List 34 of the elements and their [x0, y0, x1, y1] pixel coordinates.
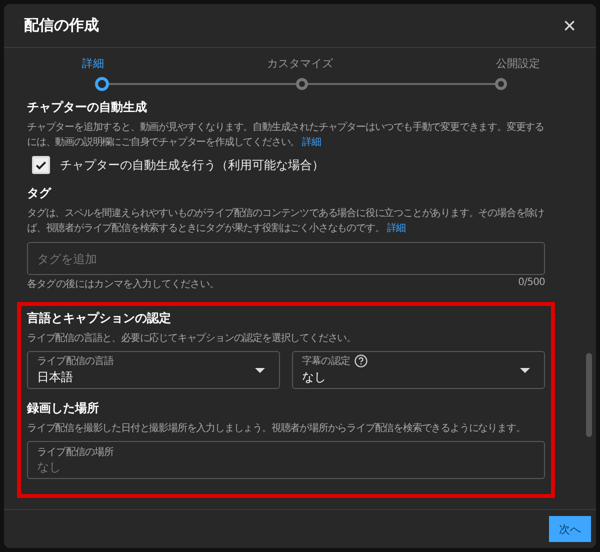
section-description: チャプターを追加すると、動画が見やすくなります。自動生成されたチャプターはいつでも手動で変更できます。変更するには、動画の説明欄にご自身でチャプターを作成してください。 詳細 — [27, 120, 545, 150]
help-icon[interactable] — [354, 354, 368, 368]
details-link[interactable]: 詳細 — [302, 137, 322, 148]
section-description: タグは、スペルを間違えられやすいものがライブ配信のコンテンツである場合に役に立つことがあります。その場合を除けば、視聴者がライブ配信を検索するときにタグが果たす役割はごく小さなものです。 詳細 — [27, 206, 545, 236]
dropdown-value: なし — [302, 369, 327, 386]
caret-icon — [520, 368, 530, 372]
caret-icon — [255, 368, 265, 372]
dropdown-label: ライブ配信の言語 — [37, 354, 114, 368]
step-tab[interactable]: 公開設定 — [496, 56, 540, 71]
section-title: 言語とキャプションの認定 — [27, 310, 172, 327]
scrollbar-thumb[interactable] — [586, 353, 592, 437]
location-field[interactable]: ライブ配信の場所 なし — [27, 441, 545, 479]
section-title: 録画した場所 — [27, 400, 100, 417]
close-button[interactable]: × — [559, 14, 580, 36]
dropdown-value: 日本語 — [37, 369, 74, 386]
section-description: ライブ配信の言語と、必要に応じてキャプションの認定を選択してください。 — [27, 332, 358, 346]
dropdown[interactable]: 字幕の認定 なし — [292, 351, 545, 389]
section-description: ライブ配信を撮影した日付と撮影場所を入力しましょう。視聴者が場所からライブ配信を検索できるようになります。 — [27, 422, 526, 436]
field-hint: 各タグの後にはカンマを入力してください。 — [27, 278, 220, 291]
details-link[interactable]: 詳細 — [386, 223, 406, 234]
dropdown[interactable]: ライブ配信の言語 日本語 — [27, 351, 280, 389]
location-input[interactable]: なし — [37, 460, 535, 474]
step-tab[interactable]: カスタマイズ — [267, 56, 333, 71]
field-label: ライブ配信の場所 — [37, 446, 115, 459]
dropdown-label: 字幕の認定 — [302, 354, 350, 368]
checkbox[interactable] — [32, 156, 50, 174]
section-title: タグ — [27, 185, 52, 202]
step-tab[interactable]: 詳細 — [82, 56, 104, 71]
checkbox-label: チャプターの自動生成を行う（利用可能な場合） — [60, 156, 324, 174]
next-button[interactable]: 次へ — [549, 516, 591, 542]
dialog-title: 配信の作成 — [24, 16, 99, 35]
section-title: チャプターの自動生成 — [27, 99, 148, 116]
tag-input-field[interactable]: タグを追加 — [27, 242, 545, 275]
character-count: 0/500 — [518, 277, 545, 290]
